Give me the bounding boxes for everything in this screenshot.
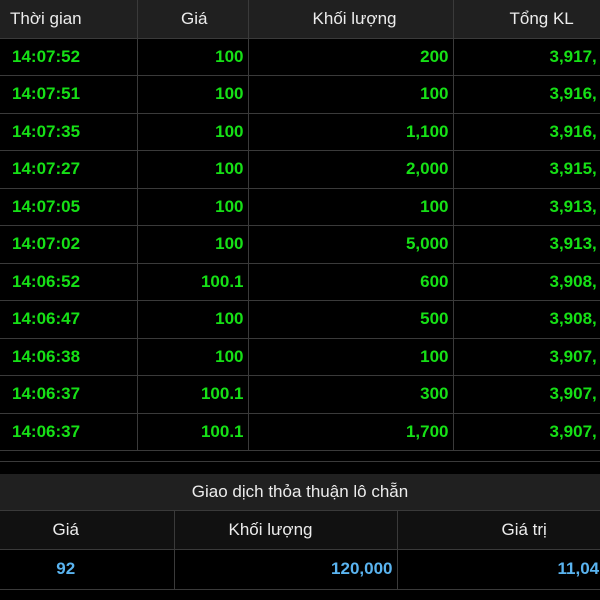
put-through-section-title: Giao dịch thỏa thuận lô chẵn — [0, 474, 600, 511]
column-header-volume[interactable]: Khối lượng — [248, 0, 454, 39]
trade-volume: 2,000 — [248, 150, 454, 189]
column-header-price[interactable]: Giá — [137, 0, 249, 39]
trade-time: 14:07:35 — [0, 113, 138, 151]
trade-time: 14:06:38 — [0, 338, 138, 376]
trade-price: 100 — [137, 338, 249, 376]
table-row: 14:07:05 100 100 3,913, — [0, 188, 600, 226]
trade-volume: 1,700 — [248, 413, 454, 451]
trade-price: 100 — [137, 113, 249, 151]
table-row: 14:07:27 100 2,000 3,915, — [0, 150, 600, 189]
trade-volume: 300 — [248, 375, 454, 414]
trade-price: 100 — [137, 188, 249, 226]
put-through-table: Giá Khối lượng Giá trị 92 120,000 11,04 — [0, 511, 600, 590]
trade-total-volume: 3,907, — [453, 413, 600, 451]
trade-time: 14:07:02 — [0, 225, 138, 264]
table-row: 14:07:52 100 200 3,917, — [0, 38, 600, 76]
trade-time: 14:07:05 — [0, 188, 138, 226]
trade-price: 100 — [137, 150, 249, 189]
trade-volume: 100 — [248, 188, 454, 226]
trade-total-volume: 3,913, — [453, 188, 600, 226]
trade-price: 100 — [137, 38, 249, 76]
trade-total-volume: 3,913, — [453, 225, 600, 264]
trade-total-volume: 3,907, — [453, 338, 600, 376]
table-row: 14:07:51 100 100 3,916, — [0, 75, 600, 114]
table-row: 14:06:47 100 500 3,908, — [0, 300, 600, 339]
trade-total-volume: 3,908, — [453, 263, 600, 301]
put-through-value: 11,04 — [397, 549, 600, 590]
table-header-row: Thời gian Giá Khối lượng Tổng KL — [0, 0, 600, 39]
trade-price: 100.1 — [137, 375, 249, 414]
column-header-total-volume[interactable]: Tổng KL — [453, 0, 600, 39]
trade-time: 14:07:52 — [0, 38, 138, 76]
table-row: 14:06:38 100 100 3,907, — [0, 338, 600, 376]
put-through-header-price[interactable]: Giá — [0, 511, 175, 550]
trade-price: 100.1 — [137, 263, 249, 301]
section-divider — [0, 461, 600, 474]
table-row: 14:06:52 100.1 600 3,908, — [0, 263, 600, 301]
column-header-time[interactable]: Thời gian — [0, 0, 138, 39]
trade-volume: 200 — [248, 38, 454, 76]
trade-volume: 100 — [248, 338, 454, 376]
trade-volume: 5,000 — [248, 225, 454, 264]
trade-total-volume: 3,907, — [453, 375, 600, 414]
table-row: 92 120,000 11,04 — [0, 549, 600, 590]
table-row: 14:06:37 100.1 300 3,907, — [0, 375, 600, 414]
trade-time: 14:07:27 — [0, 150, 138, 189]
trade-price: 100.1 — [137, 413, 249, 451]
table-row: 14:07:35 100 1,100 3,916, — [0, 113, 600, 151]
put-through-price: 92 — [0, 549, 175, 590]
trade-total-volume: 3,917, — [453, 38, 600, 76]
trade-total-volume: 3,915, — [453, 150, 600, 189]
trade-total-volume: 3,916, — [453, 113, 600, 151]
put-through-header-volume[interactable]: Khối lượng — [174, 511, 398, 550]
put-through-header-value[interactable]: Giá trị — [397, 511, 600, 550]
trade-time: 14:06:37 — [0, 375, 138, 414]
table-header-row: Giá Khối lượng Giá trị — [0, 511, 600, 550]
trade-volume: 1,100 — [248, 113, 454, 151]
trade-total-volume: 3,916, — [453, 75, 600, 114]
trade-time: 14:07:51 — [0, 75, 138, 114]
trade-total-volume: 3,908, — [453, 300, 600, 339]
trade-price: 100 — [137, 75, 249, 114]
trade-time: 14:06:37 — [0, 413, 138, 451]
trade-volume: 600 — [248, 263, 454, 301]
trade-time: 14:06:47 — [0, 300, 138, 339]
table-row: 14:06:37 100.1 1,700 3,907, — [0, 413, 600, 451]
trade-price: 100 — [137, 300, 249, 339]
trade-time: 14:06:52 — [0, 263, 138, 301]
matched-trades-table: Thời gian Giá Khối lượng Tổng KL 14:07:5… — [0, 0, 600, 451]
trade-volume: 500 — [248, 300, 454, 339]
trade-history-panel: Thời gian Giá Khối lượng Tổng KL 14:07:5… — [0, 0, 600, 600]
put-through-volume: 120,000 — [174, 549, 398, 590]
trade-volume: 100 — [248, 75, 454, 114]
table-row: 14:07:02 100 5,000 3,913, — [0, 225, 600, 264]
trade-price: 100 — [137, 225, 249, 264]
